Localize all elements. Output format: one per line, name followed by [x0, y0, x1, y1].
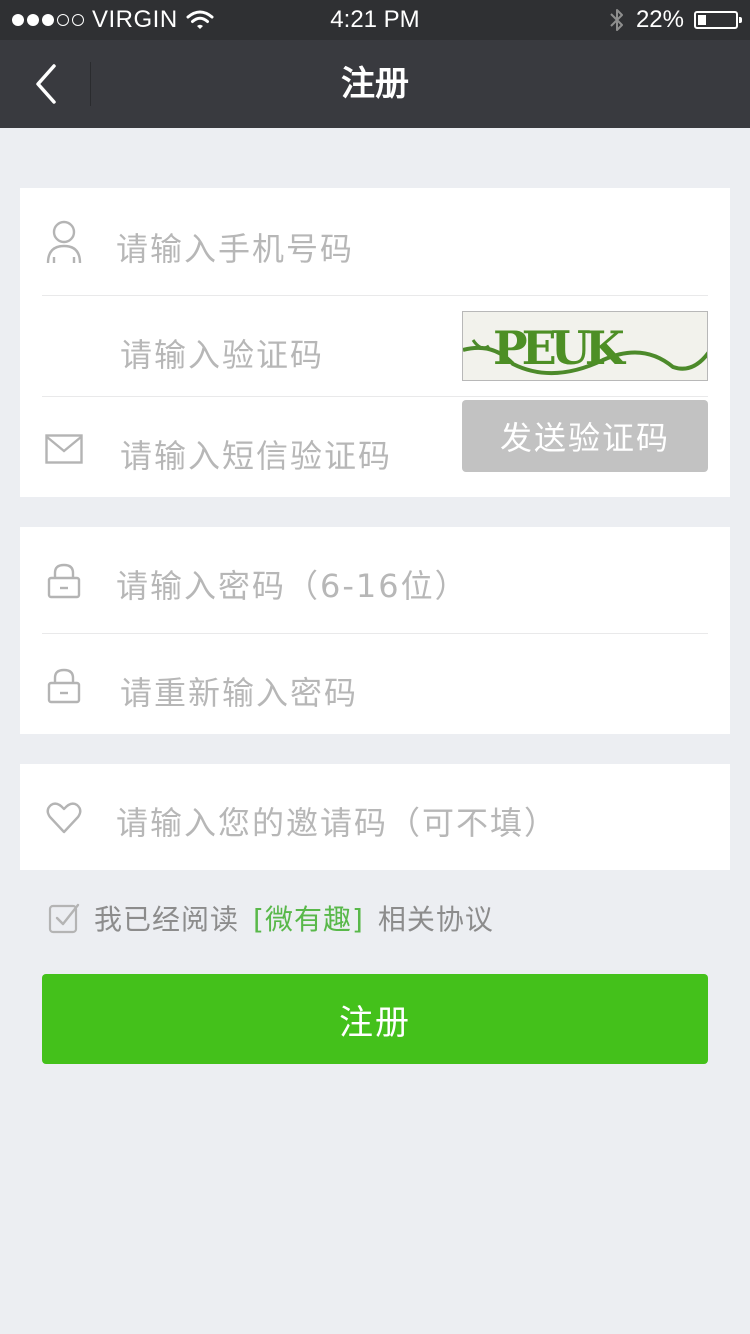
register-button[interactable]: 注册: [42, 974, 708, 1064]
agreement-link[interactable]: [微有趣]: [253, 898, 364, 938]
captcha-row[interactable]: 请输入验证码 PEUK: [20, 296, 730, 396]
repeat-password-input[interactable]: 请重新输入密码: [120, 668, 358, 714]
repeat-password-row[interactable]: 请重新输入密码: [20, 634, 730, 734]
send-code-button[interactable]: 发送验证码: [462, 400, 708, 472]
captcha-input[interactable]: 请输入验证码: [120, 330, 324, 376]
phone-row[interactable]: 请输入手机号码: [20, 188, 730, 296]
lock-icon: [42, 666, 86, 706]
battery-level-fill: [698, 15, 706, 25]
battery-icon: [694, 11, 742, 29]
status-bar: VIRGIN 4:21 PM 22%: [0, 0, 750, 40]
captcha-image[interactable]: PEUK: [462, 311, 708, 381]
invite-card: 请输入您的邀请码（可不填）: [20, 764, 730, 870]
invite-code-input[interactable]: 请输入您的邀请码（可不填）: [116, 798, 558, 844]
heart-icon: [42, 800, 86, 836]
account-card: 请输入手机号码 请输入验证码 PEUK 请输入短信验证码 发送验证码: [20, 188, 730, 497]
sms-row[interactable]: 请输入短信验证码 发送验证码: [20, 397, 730, 497]
lock-icon: [42, 561, 86, 601]
captcha-text: PEUK: [493, 321, 627, 375]
battery-percent: 22%: [635, 6, 684, 33]
agreement-suffix: 相关协议: [377, 903, 494, 936]
agreement-prefix: 我已经阅读: [94, 903, 240, 936]
navigation-bar: 注册: [0, 40, 750, 128]
checkbox-checked-icon[interactable]: [48, 902, 80, 934]
bluetooth-icon: [610, 9, 623, 31]
status-right: 22%: [608, 6, 742, 34]
invite-row[interactable]: 请输入您的邀请码（可不填）: [20, 764, 730, 870]
sms-code-input[interactable]: 请输入短信验证码: [120, 431, 392, 477]
page-title: 注册: [341, 64, 409, 104]
agreement-row: 我已经阅读 [微有趣] 相关协议: [48, 898, 494, 938]
password-card: 请输入密码（6-16位） 请重新输入密码: [20, 527, 730, 734]
user-icon: [42, 218, 86, 266]
password-input[interactable]: 请输入密码（6-16位）: [116, 561, 469, 607]
phone-input[interactable]: 请输入手机号码: [116, 224, 354, 270]
password-row[interactable]: 请输入密码（6-16位）: [20, 527, 730, 633]
envelope-icon: [42, 431, 86, 467]
